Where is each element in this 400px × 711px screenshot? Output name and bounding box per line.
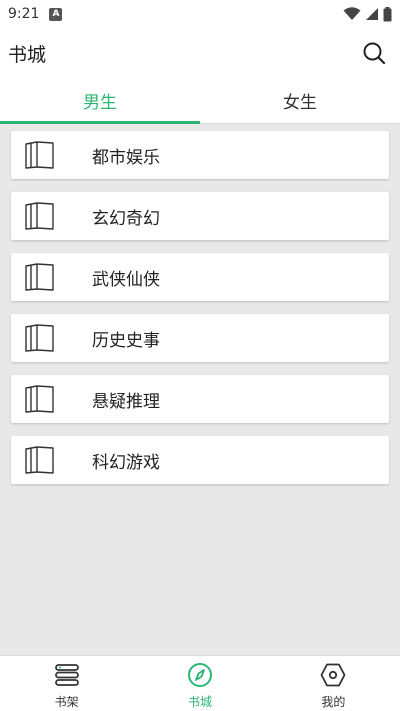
category-card[interactable]: 科幻游戏 xyxy=(11,436,389,484)
book-icon xyxy=(23,140,57,170)
category-label: 都市娱乐 xyxy=(92,147,160,168)
bookshelf-icon xyxy=(53,661,81,689)
book-icon xyxy=(23,323,57,353)
battery-icon xyxy=(383,6,392,21)
category-card[interactable]: 都市娱乐 xyxy=(11,131,389,179)
status-indicators xyxy=(343,6,392,22)
tab-male[interactable]: 男生 xyxy=(0,78,200,124)
status-bar: 9:21 A xyxy=(0,0,400,28)
category-card[interactable]: 玄幻奇幻 xyxy=(11,192,389,240)
cellular-signal-icon xyxy=(366,8,378,20)
wifi-icon xyxy=(343,7,361,20)
book-icon xyxy=(23,201,57,231)
nav-label: 书城 xyxy=(187,695,212,709)
compass-icon xyxy=(186,661,214,689)
category-list: 都市娱乐 玄幻奇幻 武侠仙侠 历史史事 悬疑推理 科幻游戏 xyxy=(11,131,389,497)
book-icon xyxy=(23,262,57,292)
nav-label: 书架 xyxy=(54,695,79,709)
app-bar: 书城 xyxy=(0,28,400,78)
nav-item-profile[interactable]: 我的 xyxy=(267,656,400,711)
book-icon xyxy=(23,445,57,475)
category-label: 武侠仙侠 xyxy=(92,269,160,290)
nav-item-bookstore[interactable]: 书城 xyxy=(133,656,266,711)
page-title: 书城 xyxy=(8,43,47,66)
nav-label: 我的 xyxy=(321,695,346,709)
category-label: 科幻游戏 xyxy=(92,452,160,473)
nav-item-bookshelf[interactable]: 书架 xyxy=(0,656,133,711)
category-card[interactable]: 武侠仙侠 xyxy=(11,253,389,301)
status-time: 9:21 xyxy=(8,6,40,22)
bottom-nav: 书架 书城 我的 xyxy=(0,655,400,711)
category-label: 玄幻奇幻 xyxy=(92,208,160,229)
search-button[interactable] xyxy=(354,33,394,73)
tab-female[interactable]: 女生 xyxy=(200,78,400,123)
category-card[interactable]: 历史史事 xyxy=(11,314,389,362)
category-label: 历史史事 xyxy=(92,330,160,351)
gender-tabs: 男生 女生 xyxy=(0,78,400,124)
category-label: 悬疑推理 xyxy=(92,391,160,412)
category-card[interactable]: 悬疑推理 xyxy=(11,375,389,423)
notification-icon: A xyxy=(49,7,63,21)
search-icon xyxy=(363,42,386,65)
book-icon xyxy=(23,384,57,414)
profile-hexagon-icon xyxy=(319,661,347,689)
